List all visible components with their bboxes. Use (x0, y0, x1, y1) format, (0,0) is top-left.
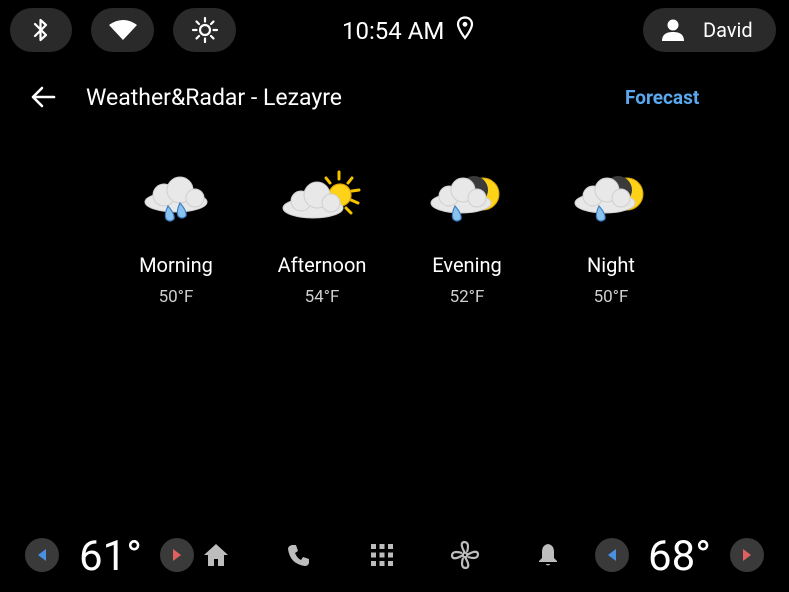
period-label: Night (587, 253, 635, 277)
status-clock: 10:54 AM (342, 16, 474, 46)
forecast-period-night: Night 50°F (541, 170, 681, 307)
grid-icon (371, 544, 393, 566)
bell-icon (539, 544, 557, 566)
left-temp-up-button[interactable] (160, 538, 194, 572)
period-label: Afternoon (277, 253, 367, 277)
right-temp-down-button[interactable] (595, 538, 629, 572)
brightness-icon (191, 16, 218, 44)
triangle-right-icon (743, 549, 751, 561)
home-icon (204, 544, 228, 566)
person-icon (662, 19, 684, 41)
back-button[interactable] (28, 82, 58, 112)
back-arrow-icon (31, 86, 56, 108)
forecast-period-evening: Evening 52°F (397, 170, 537, 307)
triangle-left-icon (38, 549, 46, 561)
forecast-button[interactable]: Forecast (625, 86, 699, 109)
period-temp: 50°F (593, 287, 629, 307)
forecast-period-morning: Morning 50°F (106, 170, 246, 307)
partly-sunny-icon (282, 170, 361, 219)
brightness-button[interactable] (173, 8, 236, 52)
rain-night-icon (430, 176, 500, 222)
rain-night-icon (574, 176, 644, 222)
page-title: Weather&Radar - Lezayre (86, 84, 342, 111)
driver-temperature: 61° (79, 532, 142, 581)
user-name: David (703, 18, 753, 42)
bluetooth-icon (33, 18, 48, 42)
clock-time: 10:54 AM (342, 17, 445, 45)
phone-icon (288, 545, 309, 566)
triangle-right-icon (173, 549, 181, 561)
app-grid-button[interactable] (365, 538, 399, 572)
home-button[interactable] (199, 538, 233, 572)
bluetooth-button[interactable] (10, 8, 72, 52)
triangle-left-icon (608, 549, 616, 561)
location-pin-icon (456, 16, 474, 46)
period-temp: 54°F (304, 287, 340, 307)
period-label: Morning (139, 253, 213, 277)
wifi-button[interactable] (91, 8, 154, 52)
period-label: Evening (432, 253, 502, 277)
notifications-button[interactable] (531, 538, 565, 572)
period-temp: 50°F (158, 287, 194, 307)
phone-button[interactable] (282, 538, 316, 572)
wifi-icon (108, 20, 137, 40)
fan-icon (450, 540, 480, 570)
user-profile-button[interactable]: David (643, 8, 776, 52)
forecast-period-afternoon: Afternoon 54°F (252, 170, 392, 307)
left-temp-down-button[interactable] (25, 538, 59, 572)
passenger-temperature: 68° (648, 532, 711, 581)
right-temp-up-button[interactable] (730, 538, 764, 572)
period-temp: 52°F (449, 287, 485, 307)
app-root: 10:54 AM David Weather&Radar - Lezayre F… (0, 0, 789, 592)
rain-cloud-icon (144, 176, 208, 222)
fan-button[interactable] (448, 538, 482, 572)
